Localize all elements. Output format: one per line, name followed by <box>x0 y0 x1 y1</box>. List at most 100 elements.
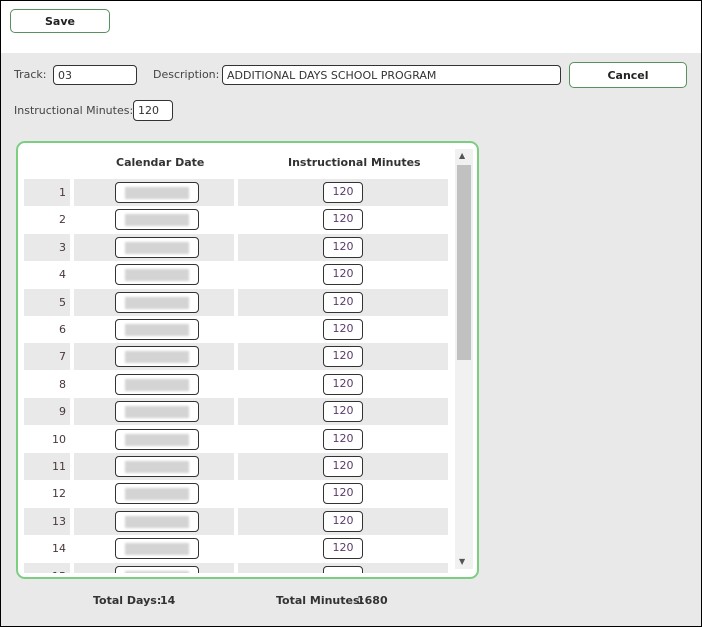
minutes-input[interactable]: 120 <box>323 236 363 258</box>
cancel-button[interactable]: Cancel <box>569 62 687 88</box>
calendar-date-header: Calendar Date <box>116 156 205 169</box>
instructional-minutes-label: Instructional Minutes: <box>14 104 134 117</box>
redacted-date <box>125 488 189 501</box>
row-number: 9 <box>24 398 70 426</box>
row-number: 4 <box>59 268 66 282</box>
row-number: 11 <box>24 453 70 480</box>
date-cell <box>74 480 234 507</box>
row-number: 15 <box>24 562 70 573</box>
row-number: 10 <box>52 432 66 446</box>
minutes-input[interactable]: 120 <box>323 483 363 505</box>
minutes-input[interactable]: 120 <box>323 182 363 203</box>
calendar-date-input[interactable] <box>115 373 199 395</box>
row-number: 6 <box>59 323 66 336</box>
date-cell <box>74 507 234 535</box>
calendar-date-input[interactable] <box>115 483 199 505</box>
row-number: 14 <box>52 542 66 556</box>
redacted-date <box>125 570 189 573</box>
instructional-minutes-input[interactable]: 120 <box>133 100 173 121</box>
minutes-input[interactable]: 120 <box>323 319 363 340</box>
description-input[interactable]: ADDITIONAL DAYS SCHOOL PROGRAM <box>222 65 561 85</box>
minutes-input[interactable]: 120 <box>323 428 363 450</box>
minutes-cell: 120 <box>238 507 448 535</box>
minutes-input[interactable]: 120 <box>323 538 363 560</box>
table-row: 13 120 <box>24 507 450 535</box>
calendar-rows: 1 120 2 120 3 120 4 120 5 120 6 120 7 120 8 120… <box>24 179 450 573</box>
save-button[interactable]: Save <box>10 9 110 33</box>
minutes-input[interactable]: 120 <box>323 401 363 423</box>
date-cell <box>74 261 234 288</box>
date-cell <box>74 453 234 480</box>
calendar-date-input[interactable] <box>115 456 199 477</box>
scrollbar-thumb[interactable] <box>457 165 471 360</box>
toolbar: Save <box>1 1 701 53</box>
instructional-minutes-header: Instructional Minutes <box>288 156 421 169</box>
redacted-date <box>125 543 189 556</box>
table-row: 3 120 <box>24 233 450 261</box>
calendar-date-input[interactable] <box>115 538 199 560</box>
minutes-input[interactable]: 120 <box>323 291 363 313</box>
minutes-cell: 120 <box>238 261 448 288</box>
date-cell <box>74 233 234 261</box>
calendar-date-input[interactable] <box>115 319 199 340</box>
track-input[interactable]: 03 <box>53 65 137 85</box>
date-cell <box>74 288 234 316</box>
redacted-date <box>125 241 189 254</box>
row-number: 12 <box>52 487 66 501</box>
minutes-cell <box>238 562 448 573</box>
calendar-date-input[interactable] <box>115 346 199 368</box>
calendar-date-input[interactable] <box>115 264 199 286</box>
minutes-input[interactable]: 120 <box>323 456 363 477</box>
table-row: 14 120 <box>24 535 450 562</box>
table-row: 5 120 <box>24 288 450 316</box>
redacted-date <box>125 269 189 282</box>
table-row: 8 120 <box>24 371 450 398</box>
scrollbar[interactable]: ▲ ▼ <box>455 149 473 569</box>
table-row: 12 120 <box>24 480 450 507</box>
calendar-date-input[interactable] <box>115 182 199 203</box>
calendar-date-input[interactable] <box>115 236 199 258</box>
minutes-input[interactable]: 120 <box>323 264 363 286</box>
redacted-date <box>125 296 189 309</box>
minutes-cell: 120 <box>238 179 448 206</box>
redacted-date <box>125 351 189 364</box>
redacted-date <box>125 433 189 446</box>
track-label: Track: <box>14 68 47 81</box>
scroll-down-icon[interactable]: ▼ <box>459 557 465 566</box>
table-row: 2 120 <box>24 206 450 233</box>
total-minutes-value: 1680 <box>357 594 388 607</box>
calendar-date-input[interactable] <box>115 401 199 423</box>
minutes-input[interactable]: 120 <box>323 346 363 368</box>
table-row: 7 120 <box>24 343 450 371</box>
redacted-date <box>125 378 189 391</box>
date-cell <box>74 206 234 233</box>
date-cell <box>74 371 234 398</box>
row-number: 1 <box>24 179 70 206</box>
minutes-input[interactable] <box>323 565 363 573</box>
table-row: 4 120 <box>24 261 450 288</box>
calendar-date-input[interactable] <box>115 510 199 532</box>
table-row: 6 120 <box>24 316 450 343</box>
total-minutes-label: Total Minutes: <box>276 594 364 607</box>
scroll-up-icon[interactable]: ▲ <box>459 151 465 160</box>
calendar-date-input[interactable] <box>115 209 199 231</box>
minutes-input[interactable]: 120 <box>323 209 363 231</box>
date-cell <box>74 179 234 206</box>
date-cell <box>74 562 234 573</box>
minutes-input[interactable]: 120 <box>323 373 363 395</box>
window: Save Track: 03 Description: ADDITIONAL D… <box>0 0 702 627</box>
redacted-date <box>125 324 189 336</box>
calendar-date-input[interactable] <box>115 565 199 573</box>
row-number: 7 <box>24 343 70 371</box>
minutes-input[interactable]: 120 <box>323 510 363 532</box>
minutes-cell: 120 <box>238 480 448 507</box>
total-days-label: Total Days: <box>93 594 162 607</box>
redacted-date <box>125 515 189 528</box>
calendar-date-input[interactable] <box>115 291 199 313</box>
minutes-cell: 120 <box>238 288 448 316</box>
minutes-cell: 120 <box>238 371 448 398</box>
calendar-date-input[interactable] <box>115 428 199 450</box>
redacted-date <box>125 406 189 419</box>
minutes-cell: 120 <box>238 206 448 233</box>
row-number: 2 <box>59 213 66 227</box>
